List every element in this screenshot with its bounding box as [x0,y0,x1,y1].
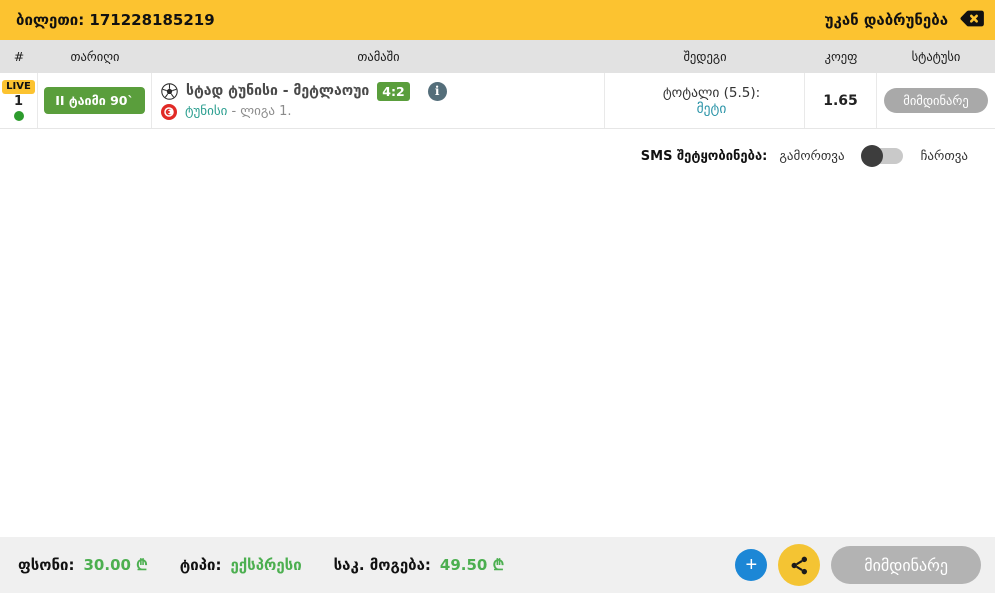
bet-type-label: ტიპი: [179,556,222,574]
pick-market-label: ტოტალი (5.5): [662,84,761,101]
stake-label: ფსონი: [18,556,75,574]
sms-notification-row: SMS შეტყობინება: გამორთვა ჩართვა [0,129,995,171]
add-button[interactable]: + [735,549,768,581]
ticket-number: ბილეთი: 171228185219 [16,11,215,29]
col-header-status: სტატუსი [911,49,961,64]
total-win-label: საკ. მოგება: [333,556,431,574]
sms-off-label: გამორთვა [779,148,845,164]
col-header-game: თამაში [357,49,400,64]
col-header-coef: კოეფ [824,49,858,64]
col-header-date: თარიღი [70,49,120,64]
tunisia-flag-icon [161,103,177,120]
sms-on-label: ჩართვა [920,148,968,164]
bet-row-result-cell: ტოტალი (5.5): მეტი [605,73,805,128]
coefficient-value: 1.65 [823,92,858,109]
sms-notification-label: SMS შეტყობინება: [640,148,768,164]
betslip-summary: ფსონი: 30.00 ₾ ტიპი: ექსპრესი საკ. მოგებ… [18,555,504,575]
total-win-value: 49.50 ₾ [439,556,505,574]
match-title: სტად ტუნისი - მეტლაოუი [186,83,370,99]
stake-value: 30.00 ₾ [83,556,148,574]
country-link[interactable]: ტუნისი [185,104,227,119]
league-name: - ლიგა 1. [231,104,292,119]
bet-type-value: ექსპრესი [230,556,302,574]
score-badge: 4:2 [377,81,410,101]
back-button[interactable]: უკან დაბრუნება [825,5,985,36]
betslip-footer: ფსონი: 30.00 ₾ ტიპი: ექსპრესი საკ. მოგებ… [0,537,995,593]
bet-row-index-cell: LIVE 1 [0,73,38,128]
sms-toggle-switch[interactable] [860,145,903,167]
share-icon [789,555,810,576]
col-header-result: შედეგი [683,49,727,64]
info-icon[interactable]: i [427,81,447,101]
bet-row-game-cell: სტად ტუნისი - მეტლაოუი 4:2 i ტუნისი - ლი… [152,73,605,128]
back-button-label: უკან დაბრუნება [824,11,948,29]
live-dot-indicator [13,111,24,121]
toggle-knob [860,145,883,167]
bet-row-coef-cell: 1.65 [805,73,877,128]
match-time-badge: II ტაიმი 90` [44,87,145,114]
col-header-number: # [13,49,25,64]
ticket-topbar: ბილეთი: 171228185219 უკან დაბრუნება [0,0,995,40]
bets-table-header: # თარიღი თამაში შედეგი კოეფ სტატუსი [0,40,995,73]
current-status-button[interactable]: მიმდინარე [831,546,981,584]
soccer-ball-icon [161,82,178,100]
bet-row-time-cell: II ტაიმი 90` [38,73,152,128]
share-button[interactable] [778,544,821,586]
bet-row-status-cell: მიმდინარე [877,73,995,128]
backspace-icon[interactable] [958,5,985,36]
pick-selection-link[interactable]: მეტი [697,101,727,117]
bet-row: LIVE 1 II ტაიმი 90` სტად ტუნისი - მეტლაო… [0,73,995,129]
bet-row-number: 1 [13,94,24,109]
footer-actions: + მიმდინარე [735,544,981,586]
status-badge: მიმდინარე [884,88,988,113]
live-badge: LIVE [2,80,35,94]
